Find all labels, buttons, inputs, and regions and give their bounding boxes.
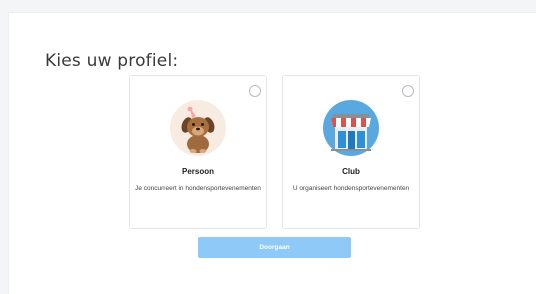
profile-panel: Kies uw profiel: Persoon Je concurreert … — [8, 12, 536, 294]
radio-club[interactable] — [402, 85, 414, 97]
dog-icon — [170, 100, 226, 156]
page-title: Kies uw profiel: — [45, 51, 179, 71]
profile-card-club[interactable]: Club U organiseert hondensportevenemente… — [282, 75, 420, 229]
profile-description: Je concurreert in hondensportevenementen — [135, 185, 261, 192]
profile-card-persoon[interactable]: Persoon Je concurreert in hondensporteve… — [129, 75, 267, 229]
profile-name: Persoon — [181, 167, 214, 176]
continue-button[interactable]: Doorgaan — [198, 237, 351, 258]
storefront-icon — [323, 100, 379, 156]
profile-description: U organiseert hondensportevenementen — [292, 185, 410, 192]
radio-persoon[interactable] — [249, 85, 261, 97]
profile-name: Club — [342, 167, 360, 176]
